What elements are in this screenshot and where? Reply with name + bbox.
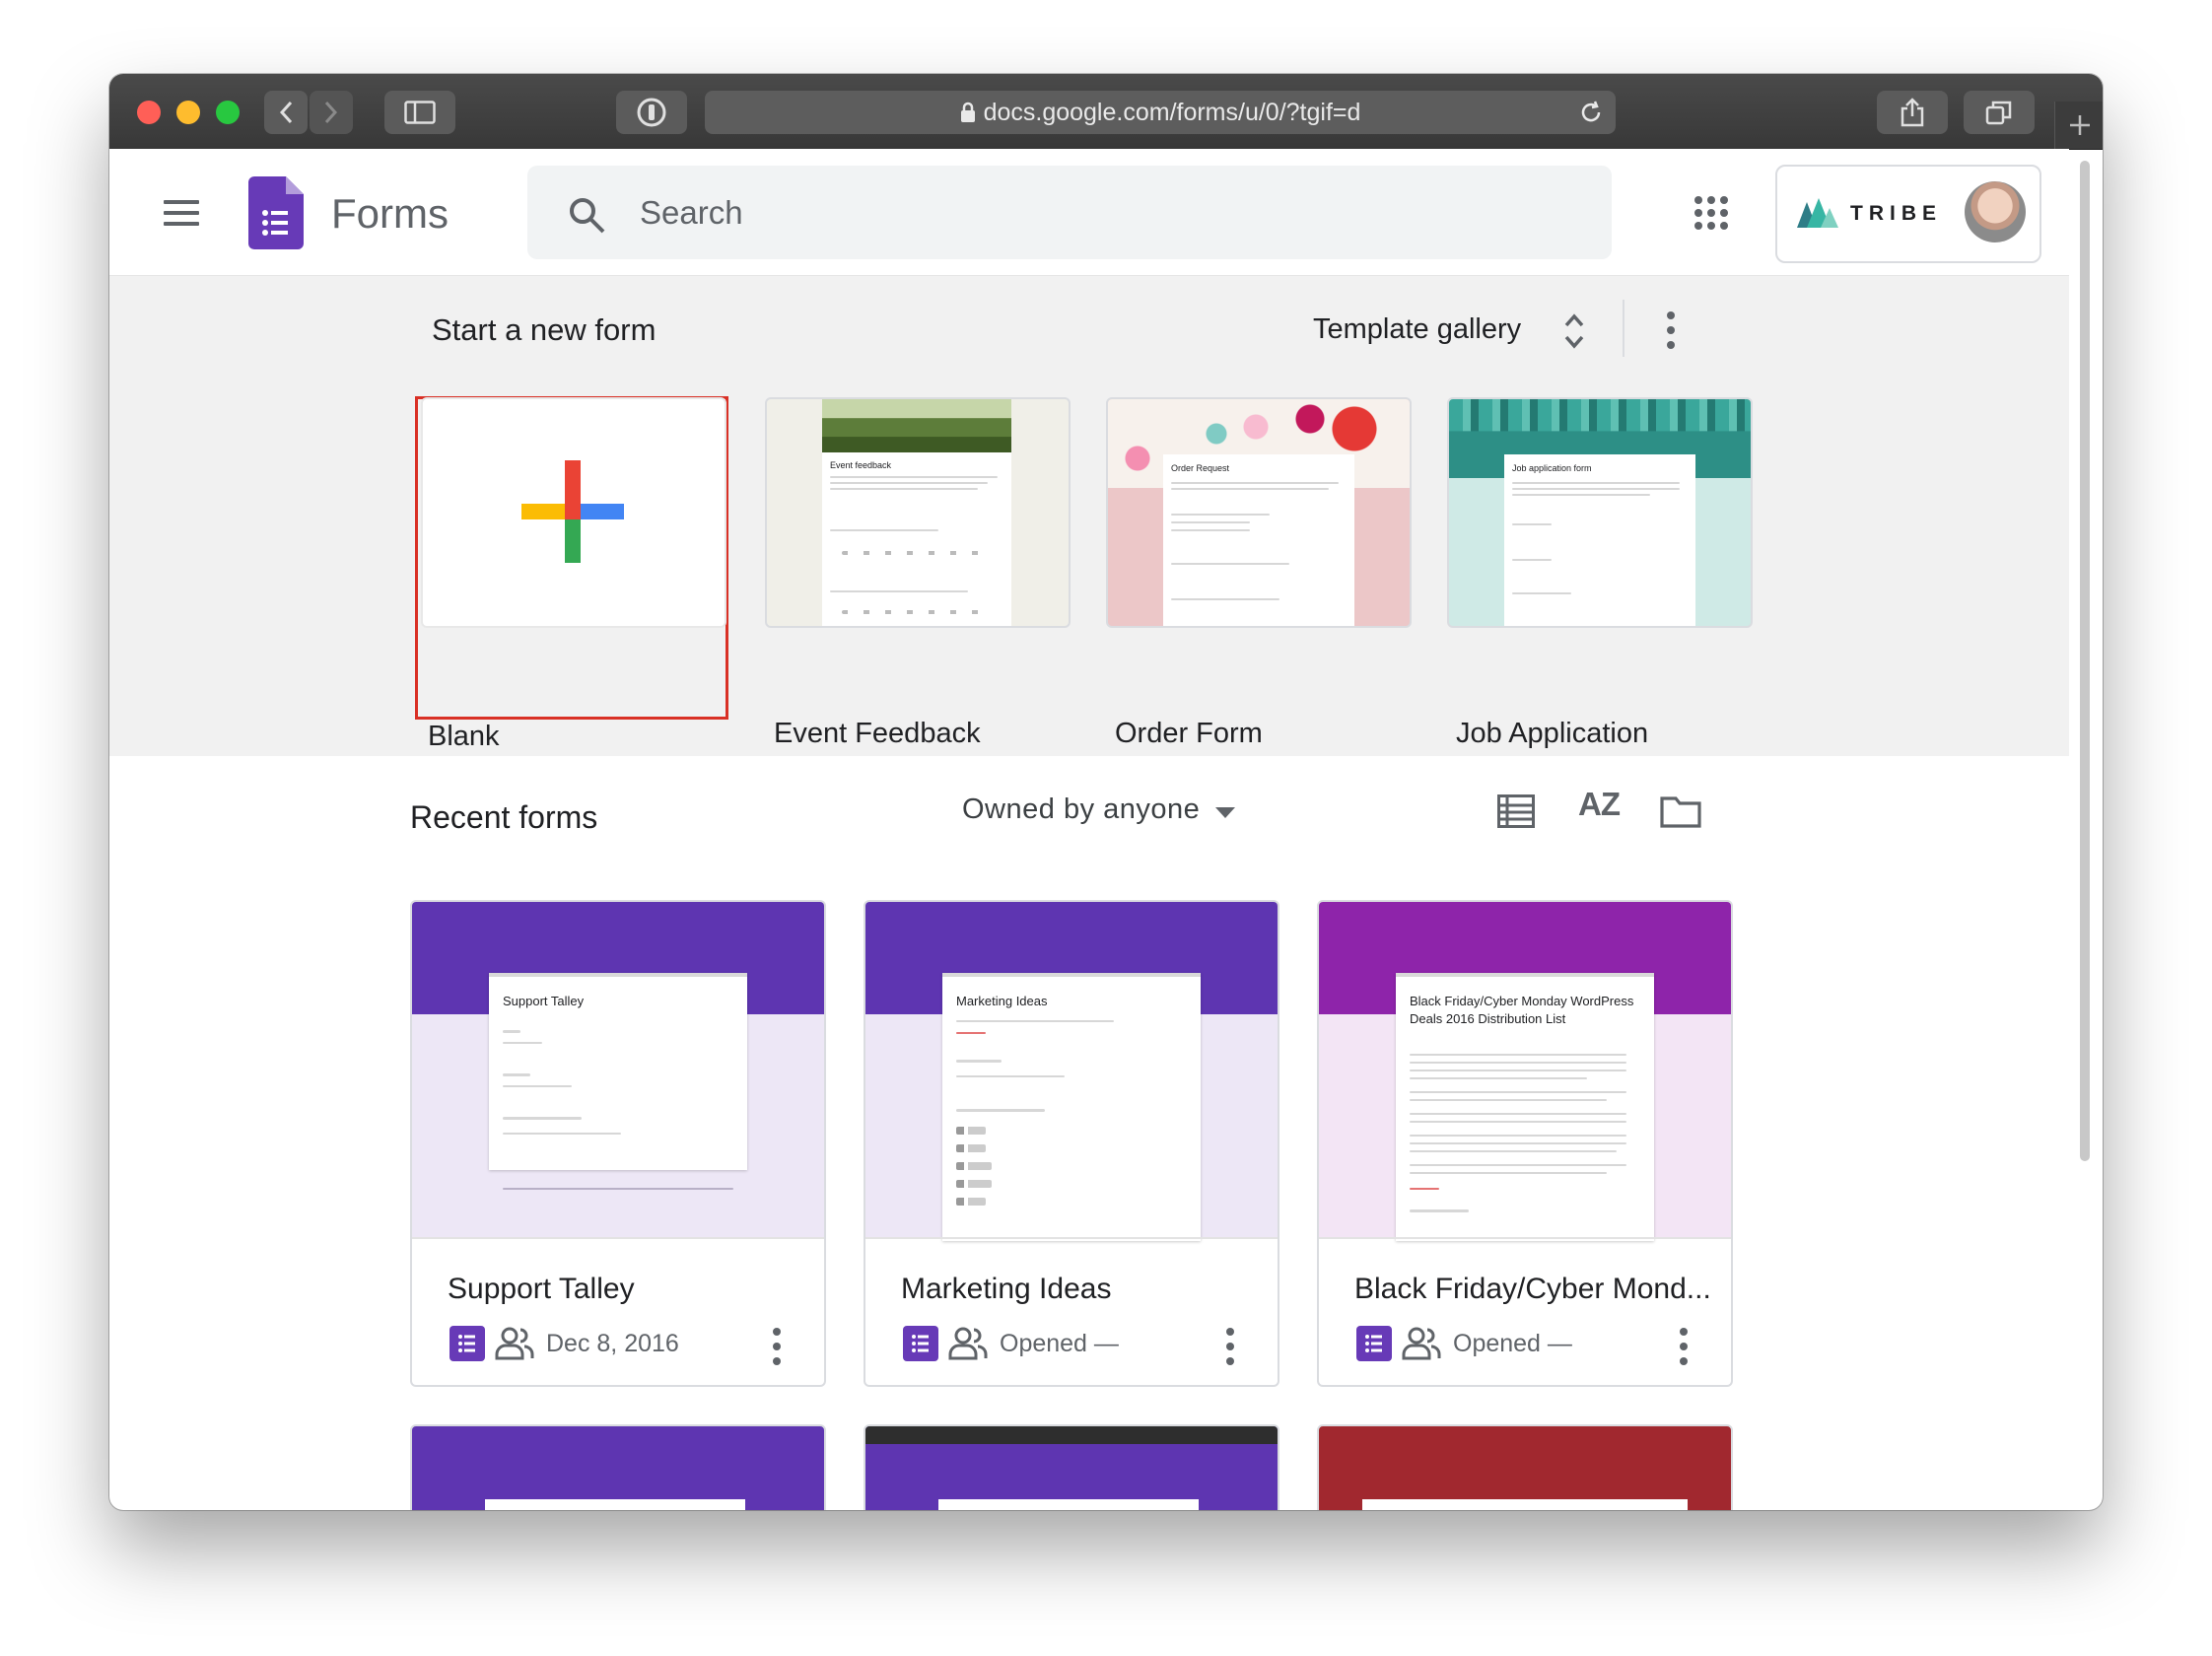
recent-form-card-partial[interactable]	[410, 1424, 826, 1510]
url-text: docs.google.com/forms/u/0/?tgif=d	[983, 98, 1361, 126]
search-box[interactable]	[527, 166, 1612, 259]
template-job-application[interactable]: Job application form	[1447, 397, 1753, 628]
avatar[interactable]	[1965, 181, 2026, 242]
start-section-title: Start a new form	[432, 312, 657, 347]
close-window-button[interactable]	[137, 101, 161, 124]
people-icon	[495, 1327, 534, 1360]
main-menu-button[interactable]	[164, 200, 199, 226]
search-input[interactable]	[638, 183, 1529, 242]
forms-file-icon	[1356, 1326, 1392, 1361]
share-button[interactable]	[1877, 91, 1948, 134]
toolbar-divider	[1623, 300, 1624, 357]
recent-form-card[interactable]: Marketing Ideas Marketing Ideas Opened —	[864, 900, 1279, 1387]
job-sheet-title: Job application form	[1512, 463, 1592, 473]
more-vert-icon[interactable]	[1667, 311, 1675, 349]
form-thumbnail: Support Talley	[412, 902, 824, 1237]
recent-forms-title: Recent forms	[410, 799, 598, 835]
form-thumbnail: Marketing Ideas	[865, 902, 1278, 1241]
thumb-title: Black Friday/Cyber Monday WordPress Deal…	[1410, 994, 1634, 1026]
form-title[interactable]: Marketing Ideas	[901, 1273, 1111, 1306]
hamburger-icon	[164, 200, 199, 204]
apps-grid-icon[interactable]	[1694, 196, 1728, 230]
chevron-right-icon	[324, 101, 338, 124]
back-button[interactable]	[264, 91, 308, 134]
sidebar-toggle-button[interactable]	[384, 91, 455, 134]
folder-icon[interactable]	[1660, 794, 1701, 828]
minimize-window-button[interactable]	[176, 101, 200, 124]
forms-logo-icon	[248, 176, 304, 249]
list-view-icon[interactable]	[1497, 794, 1535, 828]
start-new-form-section: Start a new form Template gallery Blank …	[109, 276, 2069, 756]
owner-filter-dropdown[interactable]: Owned by anyone	[962, 794, 1200, 826]
form-title[interactable]: Support Talley	[448, 1273, 635, 1306]
forms-file-icon	[903, 1326, 938, 1361]
order-form-sheet: Order Request	[1163, 454, 1354, 626]
order-sheet-title: Order Request	[1171, 463, 1230, 473]
job-form-sheet: Job application form	[1504, 454, 1695, 626]
template-order-form-label: Order Form	[1115, 718, 1263, 749]
form-meta: Dec 8, 2016	[546, 1330, 679, 1357]
recent-form-card[interactable]: Support Talley Support Talley Dec 8, 201…	[410, 900, 826, 1387]
recent-form-card-partial[interactable]	[864, 1424, 1279, 1510]
event-sheet-title: Event feedback	[830, 460, 892, 470]
people-icon	[1402, 1327, 1441, 1360]
thumb-title: Marketing Ideas	[956, 994, 1048, 1008]
plus-icon	[2069, 115, 2090, 135]
thumb-title: Support Talley	[503, 994, 585, 1008]
password-manager-button[interactable]	[616, 91, 687, 134]
template-gallery-button[interactable]: Template gallery	[1313, 313, 1521, 346]
page-scrollbar[interactable]	[2080, 161, 2090, 1161]
unfold-more-icon[interactable]	[1562, 311, 1586, 351]
browser-window: docs.google.com/forms/u/0/?tgif=d Forms	[109, 74, 2103, 1510]
template-job-application-label: Job Application	[1456, 718, 1649, 749]
search-icon	[570, 198, 605, 234]
template-blank-label: Blank	[428, 721, 500, 752]
chevron-left-icon	[279, 101, 293, 124]
sort-az-icon[interactable]: AZ	[1578, 786, 1621, 823]
lock-icon	[960, 102, 975, 122]
browser-titlebar: docs.google.com/forms/u/0/?tgif=d	[109, 74, 2103, 150]
tabs-overview-button[interactable]	[1964, 91, 2035, 134]
tabs-icon	[1985, 101, 2012, 125]
event-photo-banner	[822, 399, 1011, 452]
form-title[interactable]: Black Friday/Cyber Mond...	[1354, 1273, 1711, 1306]
colorful-plus-icon	[521, 460, 624, 563]
tribe-logo-icon	[1797, 198, 1838, 228]
caret-down-icon[interactable]	[1215, 807, 1235, 818]
form-meta: Opened —	[1453, 1330, 1572, 1357]
app-title: Forms	[331, 190, 449, 237]
card-footer: Marketing Ideas Opened —	[865, 1237, 1278, 1385]
more-vert-icon[interactable]	[1680, 1328, 1688, 1365]
more-vert-icon[interactable]	[1226, 1328, 1234, 1365]
form-thumbnail: Black Friday/Cyber Monday WordPress Deal…	[1319, 902, 1731, 1241]
card-footer: Black Friday/Cyber Mond... Opened —	[1319, 1237, 1731, 1385]
template-blank[interactable]	[421, 397, 726, 628]
reload-icon[interactable]	[1578, 100, 1604, 125]
forms-file-icon	[449, 1326, 485, 1361]
recent-form-card-partial[interactable]	[1317, 1424, 1733, 1510]
app-header: Forms TRIBE	[109, 149, 2069, 276]
new-tab-button[interactable]	[2054, 102, 2103, 149]
form-meta: Opened —	[1000, 1330, 1119, 1357]
account-brand: TRIBE	[1850, 202, 1942, 225]
share-icon	[1901, 98, 1924, 127]
card-footer: Support Talley Dec 8, 2016	[412, 1237, 824, 1385]
template-order-form[interactable]: Order Request	[1106, 397, 1412, 628]
password-manager-icon	[637, 98, 666, 127]
forward-button[interactable]	[310, 91, 353, 134]
account-switcher[interactable]: TRIBE	[1775, 165, 2041, 263]
people-icon	[948, 1327, 988, 1360]
sidebar-icon	[404, 101, 436, 124]
recent-form-card[interactable]: Black Friday/Cyber Monday WordPress Deal…	[1317, 900, 1733, 1387]
address-bar[interactable]: docs.google.com/forms/u/0/?tgif=d	[705, 91, 1616, 134]
more-vert-icon[interactable]	[773, 1328, 781, 1365]
event-form-sheet: Event feedback	[822, 452, 1011, 626]
zoom-window-button[interactable]	[216, 101, 240, 124]
template-event-feedback[interactable]: Event feedback	[765, 397, 1071, 628]
template-event-feedback-label: Event Feedback	[774, 718, 981, 749]
